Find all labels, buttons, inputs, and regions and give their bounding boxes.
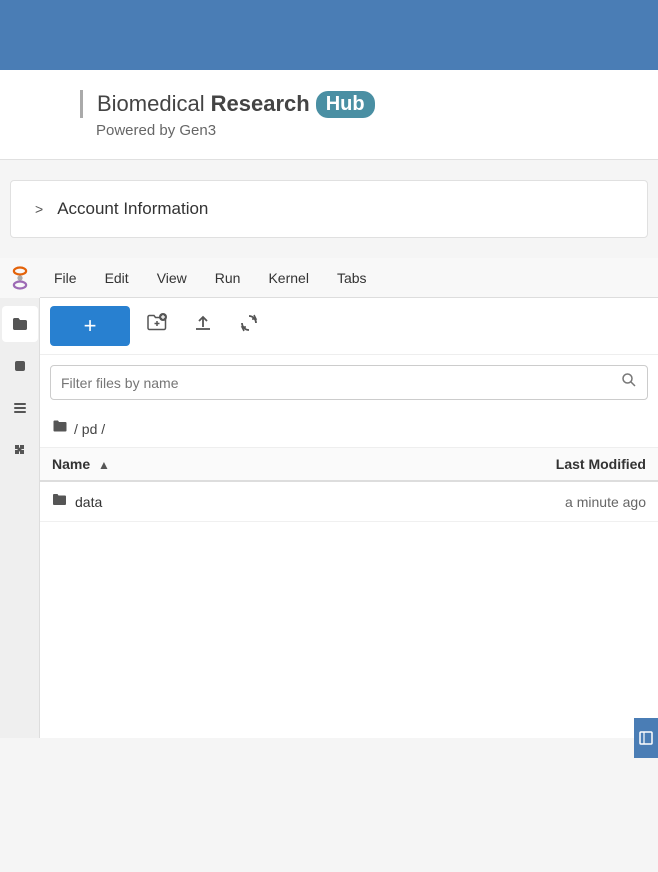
logo-hub-badge: Hub [316, 91, 375, 118]
file-toolbar: + [40, 298, 658, 355]
logo-normal-text: Biomedical [97, 91, 205, 117]
search-container [40, 355, 658, 410]
file-name: data [75, 494, 102, 510]
sidebar-folder-icon[interactable] [2, 306, 38, 342]
logo-area: Biomedical Research Hub Powered by Gen3 [0, 70, 658, 160]
menu-edit[interactable]: Edit [91, 258, 143, 298]
top-banner [0, 0, 658, 70]
jupyter-logo [0, 258, 40, 298]
chevron-right-icon: > [35, 201, 43, 217]
right-panel-tab[interactable] [634, 718, 658, 758]
file-row-name: data [52, 492, 368, 511]
menu-tabs[interactable]: Tabs [323, 258, 381, 298]
sort-arrow-icon: ▲ [98, 458, 110, 472]
menu-kernel[interactable]: Kernel [254, 258, 322, 298]
col-header-modified[interactable]: Last Modified [380, 448, 658, 481]
row-folder-icon [52, 492, 67, 511]
left-sidebar [0, 298, 40, 738]
logo-powered-by: Powered by Gen3 [80, 122, 578, 139]
search-wrapper[interactable] [50, 365, 648, 400]
table-row[interactable]: data a minute ago [40, 481, 658, 522]
account-row[interactable]: > Account Information [35, 199, 623, 219]
menu-view[interactable]: View [143, 258, 201, 298]
table-header-row: Name ▲ Last Modified [40, 448, 658, 481]
logo-separator [80, 90, 83, 118]
new-file-button[interactable]: + [50, 306, 130, 346]
refresh-button[interactable] [230, 306, 268, 346]
menu-items: File Edit View Run Kernel Tabs [40, 258, 381, 298]
sidebar-puzzle-icon[interactable] [2, 432, 38, 468]
file-table: Name ▲ Last Modified [40, 448, 658, 522]
sidebar-list-icon[interactable] [2, 390, 38, 426]
logo-bold-text: Research [211, 91, 310, 117]
file-name-cell: data [40, 481, 380, 522]
main-layout: + [0, 298, 658, 738]
breadcrumb: / pd / [40, 410, 658, 448]
menu-bar: File Edit View Run Kernel Tabs [0, 258, 658, 298]
sidebar-stop-icon[interactable] [2, 348, 38, 384]
menu-file[interactable]: File [40, 258, 91, 298]
new-folder-button[interactable] [138, 306, 176, 346]
content-area: + [40, 298, 658, 738]
account-label: Account Information [57, 199, 208, 219]
jupyter-panel: File Edit View Run Kernel Tabs [0, 258, 658, 738]
account-section[interactable]: > Account Information [10, 180, 648, 238]
breadcrumb-folder-icon [52, 418, 68, 439]
jupyter-logo-svg [6, 264, 34, 292]
search-input[interactable] [61, 375, 621, 391]
col-header-name[interactable]: Name ▲ [40, 448, 380, 481]
file-modified-cell: a minute ago [380, 481, 658, 522]
menu-run[interactable]: Run [201, 258, 255, 298]
breadcrumb-path: / pd / [74, 421, 105, 437]
search-icon [621, 372, 637, 393]
upload-button[interactable] [184, 306, 222, 346]
